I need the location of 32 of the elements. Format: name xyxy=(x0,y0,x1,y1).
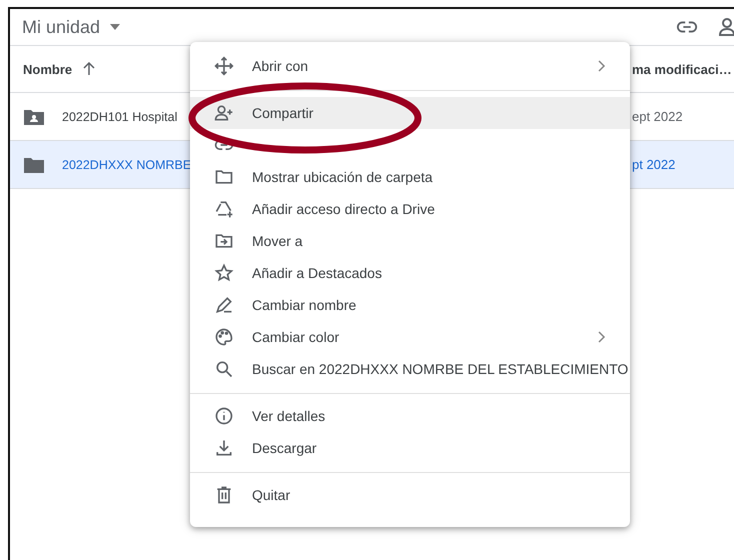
drive-add-icon xyxy=(214,199,234,219)
menu-item[interactable]: Abrir con xyxy=(190,50,630,82)
modified-date: ept 2022 xyxy=(632,109,683,124)
palette-icon xyxy=(214,327,234,347)
info-icon xyxy=(214,406,234,426)
dropdown-caret-icon[interactable] xyxy=(110,24,120,30)
pencil-icon xyxy=(214,295,234,315)
menu-item[interactable]: Cambiar nombre xyxy=(190,289,630,321)
menu-item[interactable]: Buscar en 2022DHXXX NOMRBE DEL ESTABLECIMIENTO xyxy=(190,353,630,385)
menu-item[interactable]: Cambiar color xyxy=(190,321,630,353)
menu-item[interactable]: Añadir acceso directo a Drive xyxy=(190,193,630,225)
file-name: 2022DHXXX NOMRBE xyxy=(62,158,192,172)
drive-title[interactable]: Mi unidad xyxy=(22,16,100,38)
menu-item[interactable]: Ver detalles xyxy=(190,400,630,432)
menu-item[interactable]: Mover a xyxy=(190,225,630,257)
shared-folder-icon xyxy=(24,108,44,124)
menu-item[interactable]: Quitar xyxy=(190,479,630,511)
search-icon xyxy=(214,359,234,379)
column-header[interactable]: Nombre xyxy=(23,62,72,76)
column-header[interactable]: ma modificaci… xyxy=(632,62,732,76)
download-icon xyxy=(214,438,234,458)
folder-icon xyxy=(24,156,44,172)
menu-item[interactable]: Añadir a Destacados xyxy=(190,257,630,289)
sort-arrow-icon[interactable] xyxy=(82,62,96,76)
modified-date: pt 2022 xyxy=(632,157,676,172)
menu-item[interactable]: Descargar xyxy=(190,432,630,464)
file-name: 2022DH101 Hospital xyxy=(62,110,178,124)
menu-item[interactable]: Compartir xyxy=(190,97,630,129)
add-person-icon xyxy=(214,103,234,123)
star-icon xyxy=(214,263,234,283)
menu-item[interactable]: Mostrar ubicación de carpeta xyxy=(190,161,630,193)
move-arrows-icon xyxy=(214,56,234,76)
